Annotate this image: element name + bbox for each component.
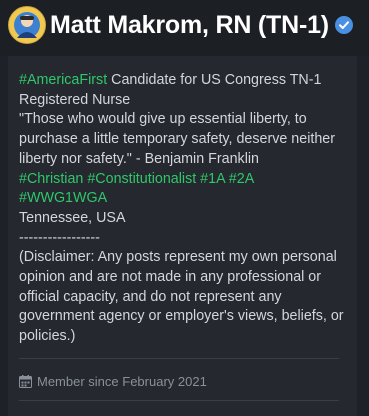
verified-check-icon	[334, 16, 353, 34]
candidate-text: Candidate for US Congress TN-1	[107, 72, 322, 88]
bio-hashtag-wwg1wga[interactable]: #WWG1WGA	[19, 189, 349, 209]
divider-bottom	[19, 400, 339, 401]
hashtag-americafirst[interactable]: #AmericaFirst	[19, 72, 107, 88]
member-since: Member since February 2021	[19, 372, 207, 390]
avatar-icon	[9, 7, 45, 43]
member-since-text: Member since February 2021	[37, 373, 207, 389]
bio-hashtags[interactable]: #Christian #Constitutionalist #1A #2A	[19, 170, 349, 190]
bio-line-candidate: #AmericaFirst Candidate for US Congress …	[19, 71, 349, 91]
bio-separator: -----------------	[19, 229, 100, 246]
bio-line-profession: Registered Nurse	[19, 91, 131, 108]
name-row: Matt Makrom, RN (TN-1)	[50, 9, 353, 41]
profile-name: Matt Makrom, RN (TN-1)	[50, 10, 329, 39]
profile-header: Matt Makrom, RN (TN-1)	[0, 0, 369, 56]
profile-bio-panel: #AmericaFirst Candidate for US Congress …	[8, 56, 357, 416]
calendar-icon	[19, 374, 32, 388]
bio-location: Tennessee, USA	[19, 209, 126, 226]
avatar[interactable]	[8, 6, 46, 44]
bio-quote: "Those who would give up essential liber…	[19, 111, 336, 167]
bio-disclaimer: (Disclaimer: Any posts represent my own …	[19, 249, 344, 345]
divider	[19, 358, 339, 359]
bio-text: #AmericaFirst Candidate for US Congress …	[19, 71, 349, 347]
